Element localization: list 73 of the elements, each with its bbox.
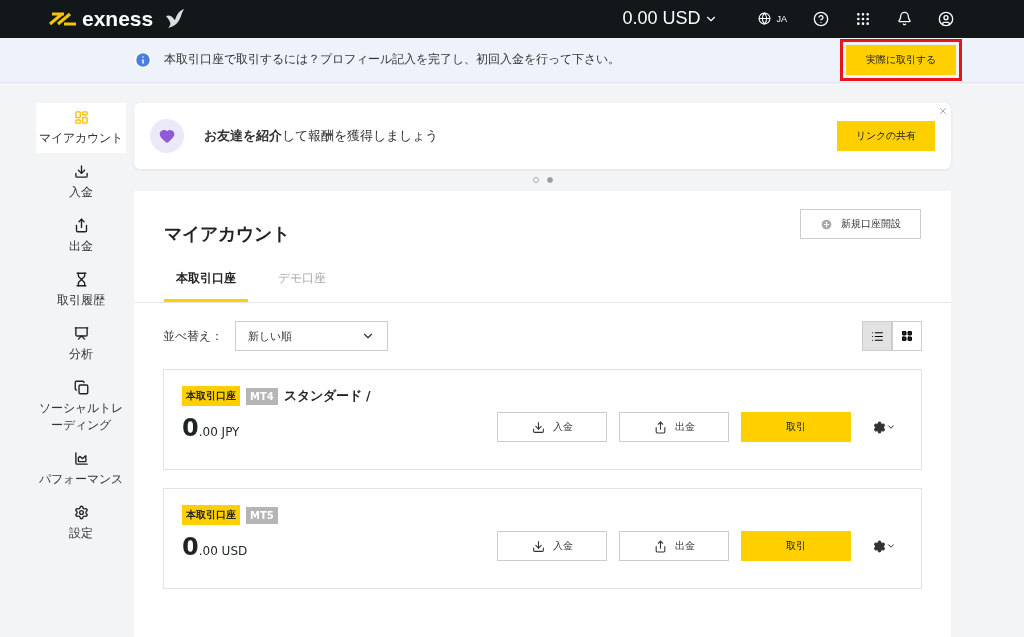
- sidebar-item[interactable]: パフォーマンス: [36, 443, 126, 494]
- sidebar-item[interactable]: 設定: [36, 497, 126, 548]
- logo-text: exness: [82, 6, 154, 31]
- sidebar-item[interactable]: 分析: [36, 319, 126, 370]
- account-type-badge: 本取引口座: [182, 505, 240, 525]
- copy-icon: [73, 380, 89, 396]
- download-icon: [531, 539, 545, 553]
- upload-icon: [73, 218, 89, 234]
- sidebar-label: 入金: [69, 184, 93, 201]
- heart-shape: [159, 128, 175, 144]
- list-icon: [870, 329, 884, 343]
- sidebar-label: パフォーマンス: [39, 470, 123, 487]
- apps-icon[interactable]: [855, 10, 871, 27]
- chart-icon: [73, 450, 89, 466]
- caret-icon: [886, 422, 896, 432]
- sidebar-item[interactable]: ソーシャルトレーディング: [36, 373, 126, 440]
- balance-dropdown[interactable]: 0.00 USD: [622, 8, 719, 30]
- sidebar-label: ソーシャルトレーディング: [38, 400, 124, 433]
- plus-icon: [820, 217, 833, 231]
- gear-icon: [873, 420, 886, 434]
- balance-integer: 0: [182, 414, 199, 442]
- notice-text: 本取引口座で取引するには？プロフィール記入を完了し、初回入金を行って下さい。: [164, 52, 620, 68]
- account-type-badge: 本取引口座: [182, 386, 240, 406]
- withdraw-button[interactable]: 出金: [619, 412, 729, 442]
- grid-view-button[interactable]: [892, 321, 922, 351]
- trade-button[interactable]: 取引: [741, 531, 851, 561]
- deposit-button[interactable]: 入金: [497, 412, 607, 442]
- sidebar-label: 取引履歴: [57, 292, 105, 309]
- balance-decimal: .00 USD: [198, 544, 248, 558]
- account-name: スタンダード /: [283, 387, 371, 405]
- platform-badge: MT5: [246, 506, 278, 524]
- sort-dropdown[interactable]: 新しい順: [235, 321, 388, 351]
- new-account-button[interactable]: 新規口座開設: [800, 209, 921, 239]
- logo-icon: [48, 11, 78, 26]
- sidebar-item[interactable]: マイアカウント: [36, 103, 126, 154]
- download-icon: [73, 164, 89, 180]
- balance-integer: 0: [182, 533, 199, 561]
- globe-icon: [758, 12, 772, 26]
- sidebar-label: 出金: [69, 238, 93, 255]
- settings-icon: [73, 504, 89, 520]
- share-link-button[interactable]: リンクの共有: [837, 121, 935, 151]
- withdraw-button[interactable]: 出金: [619, 531, 729, 561]
- help-icon[interactable]: [813, 10, 829, 27]
- sidebar-label: 設定: [69, 524, 93, 541]
- sidebar-item[interactable]: 出金: [36, 211, 126, 262]
- download-icon: [531, 420, 545, 434]
- sort-label: 並べ替え：: [163, 328, 223, 344]
- presentation-icon: [73, 326, 89, 342]
- grid-icon: [73, 110, 89, 125]
- upload-icon: [653, 420, 667, 434]
- sidebar-item[interactable]: 入金: [36, 157, 126, 208]
- deposit-button[interactable]: 入金: [497, 531, 607, 561]
- language-button[interactable]: JA: [758, 12, 787, 26]
- carousel-dot[interactable]: [532, 177, 539, 183]
- profile-icon[interactable]: [938, 10, 954, 27]
- grid-icon: [901, 330, 913, 342]
- gear-icon: [873, 539, 886, 553]
- carousel-dot[interactable]: [546, 177, 553, 183]
- sidebar-label: 分析: [69, 346, 93, 363]
- notification-icon[interactable]: [897, 11, 912, 27]
- account-tab[interactable]: 本取引口座: [164, 258, 248, 302]
- sidebar-item[interactable]: 取引履歴: [36, 265, 126, 316]
- panel-title: マイアカウント: [164, 222, 290, 246]
- list-view-button[interactable]: [862, 321, 892, 351]
- upload-icon: [653, 539, 667, 553]
- info-icon: [134, 50, 152, 69]
- trade-button[interactable]: 取引: [741, 412, 851, 442]
- trade-now-button[interactable]: 実際に取引する: [846, 44, 956, 75]
- balance-decimal: .00 JPY: [198, 425, 240, 439]
- caret-icon: [886, 541, 896, 551]
- sidebar-label: マイアカウント: [39, 130, 123, 147]
- promo-text: お友達を紹介して報酬を獲得しましょう: [204, 127, 438, 145]
- platform-badge: MT4: [246, 387, 278, 405]
